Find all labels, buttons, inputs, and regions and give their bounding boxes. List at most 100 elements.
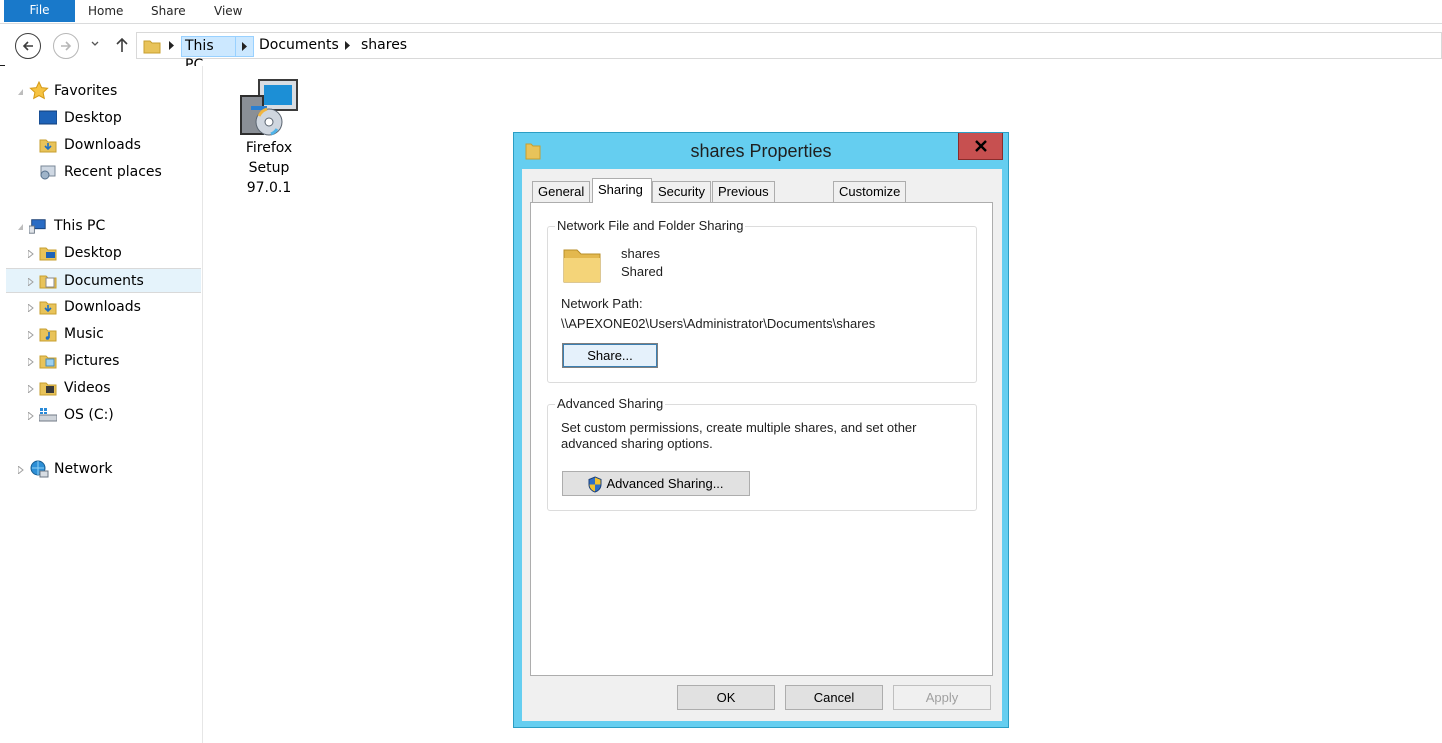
tree-label: Desktop — [64, 245, 122, 261]
dialog-body: General Sharing Security Previous Versio… — [522, 169, 1002, 721]
tree-label: Music — [64, 326, 104, 342]
tree-label: Recent places — [64, 164, 162, 180]
dialog-title: shares Properties — [690, 141, 832, 161]
drive-icon — [39, 408, 57, 422]
tree-label: Favorites — [54, 83, 118, 99]
tree-label: Videos — [64, 380, 111, 396]
tab-previous-versions[interactable]: Previous Versions — [712, 181, 775, 218]
properties-dialog: shares Properties General Sharing Securi… — [513, 132, 1009, 728]
tab-general[interactable]: General — [532, 181, 591, 202]
tree-favorites-recent-places[interactable]: Recent places — [0, 160, 201, 185]
expand-arrow-icon[interactable] — [18, 466, 24, 474]
desktop-folder-icon — [39, 247, 57, 261]
address-bar[interactable]: This PC Documents shares — [136, 32, 1442, 73]
forward-button[interactable] — [53, 33, 79, 59]
expand-arrow-icon[interactable] — [28, 412, 34, 420]
advanced-sharing-button[interactable]: Advanced Sharing... — [562, 471, 750, 496]
breadcrumb-this-pc[interactable]: This PC — [181, 36, 236, 73]
tree-label: Network — [54, 461, 113, 477]
tree-this-pc-desktop[interactable]: Desktop — [0, 241, 201, 266]
computer-icon — [29, 219, 46, 234]
tree-this-pc-os-drive[interactable]: OS (C:) — [0, 403, 201, 428]
tab-view[interactable]: View — [214, 0, 242, 23]
installer-icon — [240, 79, 298, 136]
advanced-sharing-group: Advanced Sharing Set custom permissions,… — [547, 396, 977, 511]
star-icon — [29, 81, 49, 100]
cancel-button[interactable]: Cancel — [785, 685, 883, 710]
file-item[interactable]: Firefox Setup 97.0.1 — [232, 76, 306, 202]
network-sharing-group: Network File and Folder Sharing shares S… — [547, 218, 977, 383]
tab-share[interactable]: Share — [151, 0, 186, 23]
file-name: Firefox Setup 97.0.1 — [245, 140, 293, 196]
group-legend: Advanced Sharing — [555, 396, 666, 411]
collapse-arrow-icon[interactable] — [18, 223, 24, 231]
expand-arrow-icon[interactable] — [28, 358, 34, 366]
advanced-sharing-label: Advanced Sharing... — [606, 476, 724, 491]
downloads-folder-icon — [39, 301, 57, 315]
shared-folder-icon — [563, 249, 601, 283]
tree-favorites-desktop[interactable]: Desktop — [0, 106, 201, 131]
close-icon — [975, 140, 987, 152]
tree-this-pc-pictures[interactable]: Pictures — [0, 349, 201, 374]
close-button[interactable] — [958, 133, 1003, 160]
documents-folder-icon — [39, 275, 57, 289]
folder-name: shares — [621, 246, 661, 261]
tab-file[interactable]: File — [4, 0, 75, 22]
tree-network[interactable]: Network — [0, 457, 201, 482]
tree-label: Pictures — [64, 353, 120, 369]
downloads-folder-icon — [39, 139, 57, 153]
tree-this-pc[interactable]: This PC — [0, 214, 201, 239]
tree-this-pc-downloads[interactable]: Downloads — [0, 295, 201, 320]
tab-sharing[interactable]: Sharing — [592, 178, 652, 203]
network-path-value: \\APEXONE02\Users\Administrator\Document… — [561, 316, 876, 331]
breadcrumb-documents[interactable]: Documents — [259, 36, 339, 57]
videos-folder-icon — [39, 382, 57, 396]
breadcrumb-arrow-icon[interactable] — [169, 41, 175, 50]
up-arrow-icon[interactable] — [114, 36, 130, 54]
recent-locations-chevron-icon[interactable] — [90, 39, 100, 49]
ribbon: File Home Share View — [0, 0, 1442, 24]
tree-this-pc-music[interactable]: Music — [0, 322, 201, 347]
tree-label: Documents — [64, 273, 144, 289]
group-legend: Network File and Folder Sharing — [555, 218, 746, 233]
tree-this-pc-documents[interactable]: Documents — [6, 268, 201, 293]
collapse-arrow-icon[interactable] — [18, 88, 24, 96]
apply-button[interactable]: Apply — [893, 685, 991, 710]
tree-label: Desktop — [64, 110, 122, 126]
pictures-folder-icon — [39, 355, 57, 369]
ok-button[interactable]: OK — [677, 685, 775, 710]
expand-arrow-icon[interactable] — [28, 331, 34, 339]
breadcrumb-arrow-icon[interactable] — [345, 41, 351, 50]
tree-favorites-downloads[interactable]: Downloads — [0, 133, 201, 158]
forward-arrow-icon — [61, 41, 72, 51]
advanced-description-line-2: advanced sharing options. — [561, 436, 713, 451]
breadcrumb-arrow-icon — [242, 42, 247, 51]
network-icon — [30, 460, 49, 478]
breadcrumb-shares[interactable]: shares — [361, 36, 407, 57]
tree-favorites[interactable]: Favorites — [0, 79, 201, 104]
tree-label: This PC — [54, 218, 106, 234]
folder-share-state: Shared — [621, 264, 663, 279]
network-path-label: Network Path: — [561, 296, 643, 311]
breadcrumb-this-pc-chevron[interactable] — [236, 36, 254, 57]
folder-icon — [143, 40, 161, 54]
back-button[interactable] — [15, 33, 41, 59]
expand-arrow-icon[interactable] — [28, 278, 34, 286]
tab-security[interactable]: Security — [652, 181, 711, 202]
tab-customize[interactable]: Customize — [833, 181, 907, 202]
tab-home[interactable]: Home — [88, 0, 123, 23]
expand-arrow-icon[interactable] — [28, 385, 34, 393]
music-folder-icon — [39, 328, 57, 342]
tree-label: Downloads — [64, 299, 141, 315]
expand-arrow-icon[interactable] — [28, 250, 34, 258]
back-arrow-icon — [22, 41, 33, 51]
desktop-icon — [39, 110, 57, 125]
tree-label: Downloads — [64, 137, 141, 153]
expand-arrow-icon[interactable] — [28, 304, 34, 312]
sharing-tab-panel: Network File and Folder Sharing shares S… — [530, 202, 993, 676]
uac-shield-icon — [588, 476, 602, 493]
tree-this-pc-videos[interactable]: Videos — [0, 376, 201, 401]
navigation-pane: Favorites Desktop Downloads Recent place… — [0, 66, 203, 743]
share-button[interactable]: Share... — [562, 343, 658, 368]
navigation-bar: This PC Documents shares — [0, 25, 1442, 73]
